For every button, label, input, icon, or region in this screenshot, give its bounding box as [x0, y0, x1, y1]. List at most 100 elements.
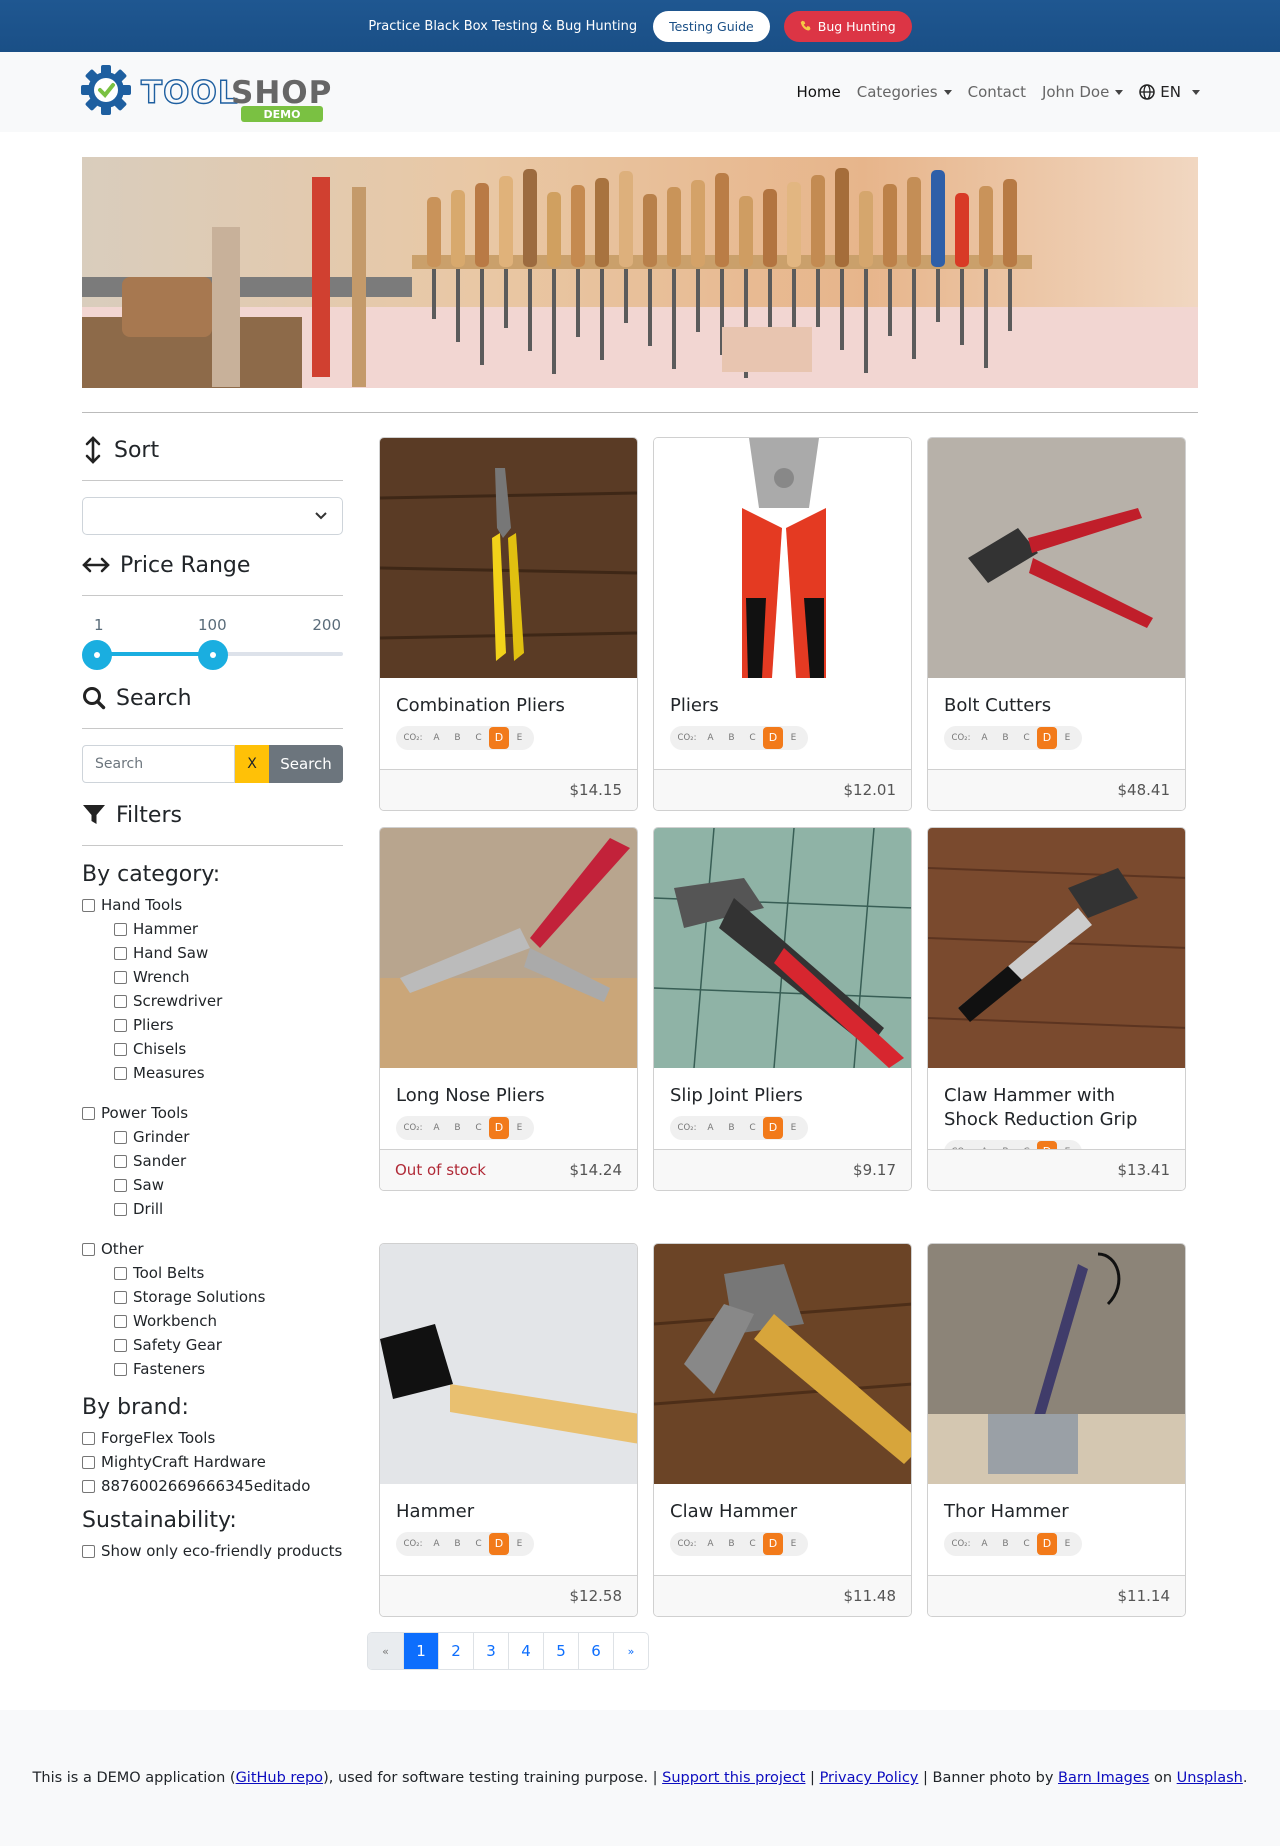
- sort-select[interactable]: [82, 497, 343, 535]
- subcategory-checkbox[interactable]: Tool Belts: [82, 1261, 343, 1285]
- product-card[interactable]: Hammer CO₂: A B C D E $12.58: [379, 1243, 638, 1617]
- pagination-page[interactable]: 2: [438, 1633, 473, 1669]
- pagination-next[interactable]: »: [613, 1633, 648, 1669]
- product-name[interactable]: Claw Hammer with Shock Reduction Grip: [944, 1084, 1169, 1132]
- product-image[interactable]: [928, 1244, 1185, 1484]
- barn-images-link[interactable]: Barn Images: [1058, 1770, 1149, 1786]
- search-clear-button[interactable]: X: [235, 745, 269, 783]
- product-name[interactable]: Thor Hammer: [944, 1500, 1169, 1524]
- pagination-page[interactable]: 1: [403, 1633, 438, 1669]
- product-card[interactable]: Bolt Cutters CO₂: A B C D E $48.41: [927, 437, 1186, 811]
- pagination-prev[interactable]: «: [368, 1633, 403, 1669]
- price-range-slider[interactable]: 1 100 200: [82, 612, 343, 672]
- unsplash-link[interactable]: Unsplash: [1177, 1770, 1243, 1786]
- subcategory-checkbox[interactable]: Hand Saw: [82, 941, 343, 965]
- product-card[interactable]: Long Nose Pliers CO₂: A B C D E Out of stock $14…: [379, 827, 638, 1191]
- product-image[interactable]: [380, 1244, 637, 1484]
- checkbox-box[interactable]: [114, 922, 127, 936]
- subcategory-checkbox[interactable]: Fasteners: [82, 1357, 343, 1381]
- checkbox-box[interactable]: [114, 1202, 127, 1216]
- subcategory-checkbox[interactable]: Drill: [82, 1197, 343, 1221]
- pagination-page[interactable]: 3: [473, 1633, 508, 1669]
- product-image[interactable]: [928, 828, 1185, 1068]
- price-max-handle[interactable]: [197, 640, 228, 670]
- product-name[interactable]: Pliers: [670, 694, 895, 718]
- product-name[interactable]: Long Nose Pliers: [396, 1084, 621, 1108]
- checkbox-box[interactable]: [114, 1290, 127, 1304]
- product-name[interactable]: Hammer: [396, 1500, 621, 1524]
- checkbox-box[interactable]: [114, 1130, 127, 1144]
- search-input[interactable]: Search: [82, 745, 235, 783]
- subcategory-checkbox[interactable]: Workbench: [82, 1309, 343, 1333]
- subcategory-checkbox[interactable]: Chisels: [82, 1037, 343, 1061]
- product-card[interactable]: Thor Hammer CO₂: A B C D E $11.14: [927, 1243, 1186, 1617]
- product-card[interactable]: Slip Joint Pliers CO₂: A B C D E $9.17: [653, 827, 912, 1191]
- price-min-handle[interactable]: [82, 640, 112, 670]
- checkbox-box[interactable]: [82, 1106, 95, 1120]
- subcategory-checkbox[interactable]: Measures: [82, 1061, 343, 1085]
- nav-contact[interactable]: Contact: [968, 83, 1026, 101]
- pagination-page[interactable]: 5: [543, 1633, 578, 1669]
- nav-user-menu[interactable]: John Doe: [1042, 83, 1124, 101]
- pagination-page[interactable]: 6: [578, 1633, 613, 1669]
- checkbox-box[interactable]: [82, 1455, 95, 1469]
- category-checkbox[interactable]: Hand Tools: [82, 893, 343, 917]
- product-card[interactable]: Combination Pliers CO₂: A B C D E $14.15: [379, 437, 638, 811]
- product-card[interactable]: Claw Hammer CO₂: A B C D E $11.48: [653, 1243, 912, 1617]
- pagination-page[interactable]: 4: [508, 1633, 543, 1669]
- product-image[interactable]: [654, 1244, 911, 1484]
- nav-language-menu[interactable]: EN: [1139, 83, 1200, 101]
- checkbox-box[interactable]: [114, 970, 127, 984]
- nav-home[interactable]: Home: [796, 83, 840, 101]
- product-name[interactable]: Combination Pliers: [396, 694, 621, 718]
- checkbox-box[interactable]: [114, 1362, 127, 1376]
- checkbox-box[interactable]: [114, 946, 127, 960]
- product-card[interactable]: Pliers CO₂: A B C D E $12.01: [653, 437, 912, 811]
- subcategory-checkbox[interactable]: Wrench: [82, 965, 343, 989]
- checkbox-box[interactable]: [82, 1242, 95, 1256]
- checkbox-box[interactable]: [114, 1154, 127, 1168]
- nav-categories[interactable]: Categories: [857, 83, 952, 101]
- checkbox-box[interactable]: [114, 1042, 127, 1056]
- github-repo-link[interactable]: GitHub repo: [236, 1770, 324, 1786]
- checkbox-box[interactable]: [114, 994, 127, 1008]
- subcategory-checkbox[interactable]: Grinder: [82, 1125, 343, 1149]
- checkbox-box[interactable]: [114, 1066, 127, 1080]
- privacy-policy-link[interactable]: Privacy Policy: [820, 1770, 919, 1786]
- product-name[interactable]: Bolt Cutters: [944, 694, 1169, 718]
- subcategory-checkbox[interactable]: Pliers: [82, 1013, 343, 1037]
- category-checkbox[interactable]: Power Tools: [82, 1101, 343, 1125]
- checkbox-box[interactable]: [114, 1266, 127, 1280]
- subcategory-checkbox[interactable]: Storage Solutions: [82, 1285, 343, 1309]
- eco-friendly-checkbox[interactable]: Show only eco-friendly products: [82, 1539, 343, 1563]
- bug-hunting-button[interactable]: Bug Hunting: [783, 10, 912, 42]
- checkbox-box[interactable]: [114, 1338, 127, 1352]
- subcategory-checkbox[interactable]: Saw: [82, 1173, 343, 1197]
- toolshop-logo[interactable]: TOOL SHOP DEMO: [81, 64, 331, 122]
- checkbox-box[interactable]: [82, 1544, 95, 1558]
- checkbox-box[interactable]: [114, 1018, 127, 1032]
- subcategory-checkbox[interactable]: Safety Gear: [82, 1333, 343, 1357]
- product-card[interactable]: Claw Hammer with Shock Reduction GripCO₂…: [927, 827, 1186, 1191]
- checkbox-box[interactable]: [82, 1431, 95, 1445]
- product-image[interactable]: [380, 438, 637, 678]
- subcategory-checkbox[interactable]: Hammer: [82, 917, 343, 941]
- brand-checkbox[interactable]: ForgeFlex Tools: [82, 1426, 343, 1450]
- checkbox-box[interactable]: [82, 1479, 95, 1493]
- testing-guide-button[interactable]: Testing Guide: [653, 10, 770, 42]
- subcategory-checkbox[interactable]: Screwdriver: [82, 989, 343, 1013]
- product-image[interactable]: [928, 438, 1185, 678]
- search-submit-button[interactable]: Search: [269, 745, 343, 783]
- brand-checkbox[interactable]: 8876002669666345editado: [82, 1474, 343, 1498]
- support-project-link[interactable]: Support this project: [662, 1770, 805, 1786]
- product-name[interactable]: Slip Joint Pliers: [670, 1084, 895, 1108]
- checkbox-box[interactable]: [82, 898, 95, 912]
- checkbox-box[interactable]: [114, 1314, 127, 1328]
- brand-checkbox[interactable]: MightyCraft Hardware: [82, 1450, 343, 1474]
- category-checkbox[interactable]: Other: [82, 1237, 343, 1261]
- product-image[interactable]: [654, 828, 911, 1068]
- product-name[interactable]: Claw Hammer: [670, 1500, 895, 1524]
- product-image[interactable]: [380, 828, 637, 1068]
- product-image[interactable]: [654, 438, 911, 678]
- checkbox-box[interactable]: [114, 1178, 127, 1192]
